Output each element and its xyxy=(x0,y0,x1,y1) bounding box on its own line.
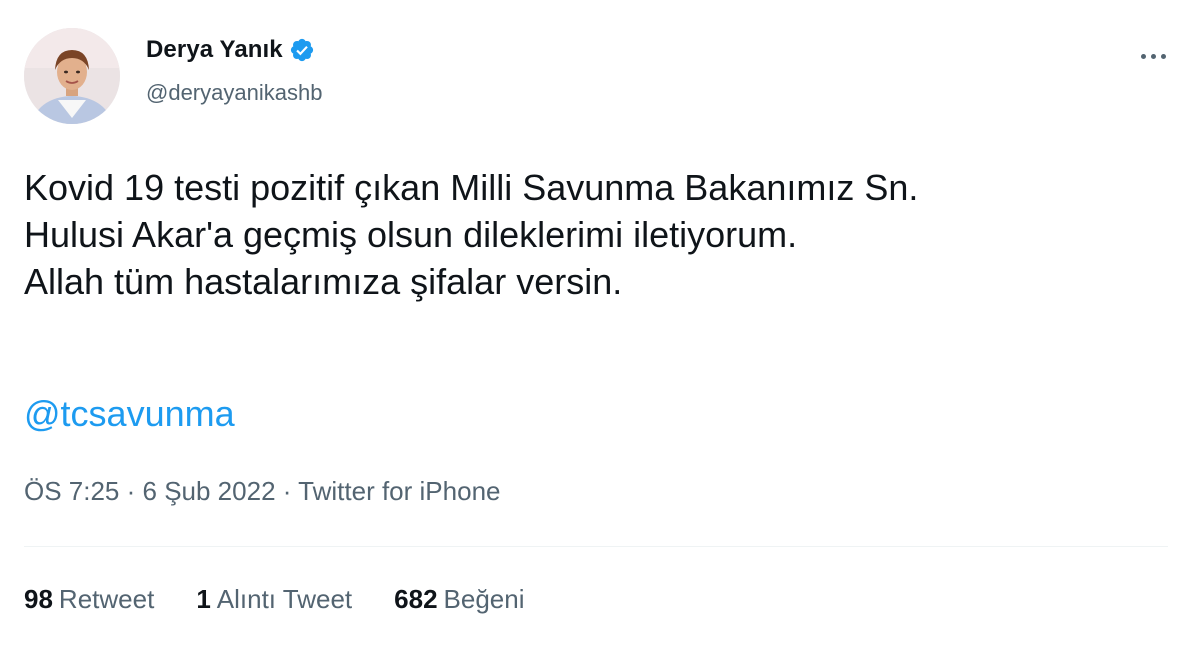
tweet-meta: ÖS 7:25 · 6 Şub 2022 · Twitter for iPhon… xyxy=(24,476,500,507)
avatar[interactable] xyxy=(24,28,120,124)
mention-link[interactable]: @tcsavunma xyxy=(24,390,235,437)
tweet-time[interactable]: ÖS 7:25 xyxy=(24,476,119,506)
meta-separator: · xyxy=(275,476,299,506)
verified-badge-icon xyxy=(289,37,315,63)
author-name[interactable]: Derya Yanık xyxy=(146,36,315,64)
more-options-button[interactable] xyxy=(1126,44,1166,68)
retweets-label: Retweet xyxy=(58,584,155,614)
quotes-count: 1 xyxy=(196,584,211,614)
retweets-count: 98 xyxy=(24,584,53,614)
likes-label: Beğeni xyxy=(443,584,525,614)
author-display-name[interactable]: Derya Yanık xyxy=(146,36,283,64)
more-dot-icon xyxy=(1141,53,1146,59)
more-dot-icon xyxy=(1151,53,1156,59)
quotes-label: Alıntı Tweet xyxy=(216,584,353,614)
likes-stat[interactable]: 682 Beğeni xyxy=(394,584,524,615)
tweet-text: Kovid 19 testi pozitif çıkan Milli Savun… xyxy=(24,167,919,302)
tweet-card: Derya Yanık @deryayanikashb Kovid 19 tes… xyxy=(0,0,1200,651)
tweet-stats: 98 Retweet 1 Alıntı Tweet 682 Beğeni xyxy=(24,584,525,615)
avatar-photo xyxy=(24,28,120,124)
retweets-stat[interactable]: 98 Retweet xyxy=(24,584,154,615)
tweet-source[interactable]: Twitter for iPhone xyxy=(298,476,500,506)
divider xyxy=(24,546,1168,547)
author-handle[interactable]: @deryayanikashb xyxy=(146,80,322,106)
meta-separator: · xyxy=(119,476,143,506)
tweet-date[interactable]: 6 Şub 2022 xyxy=(143,476,276,506)
quotes-stat[interactable]: 1 Alıntı Tweet xyxy=(196,584,352,615)
likes-count: 682 xyxy=(394,584,438,614)
more-dot-icon xyxy=(1161,53,1166,59)
